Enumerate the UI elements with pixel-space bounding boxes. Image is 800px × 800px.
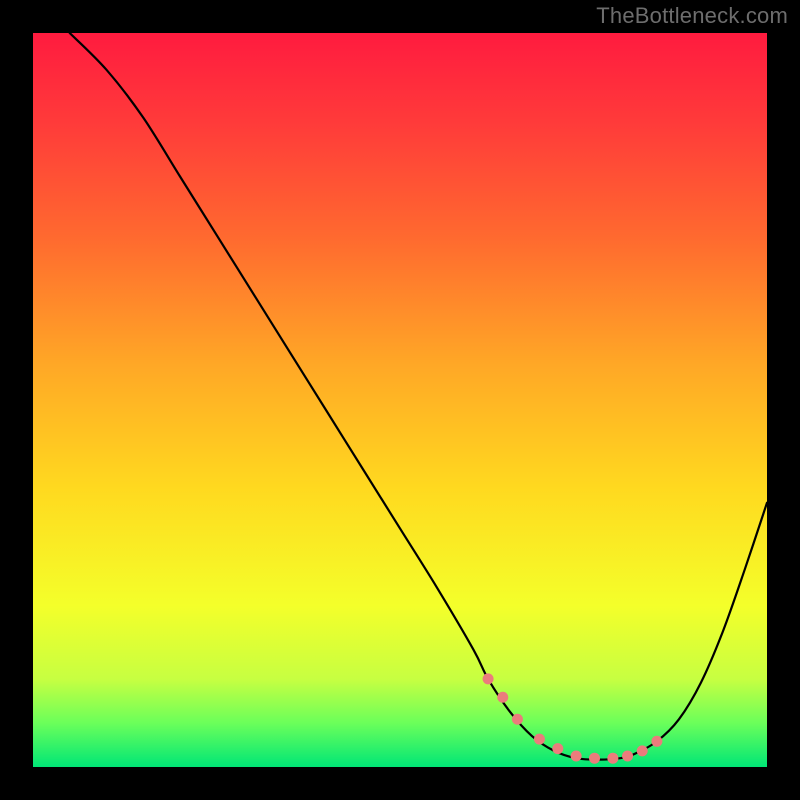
plot-area <box>33 33 767 767</box>
marker-dot <box>622 750 633 761</box>
marker-dot <box>512 714 523 725</box>
marker-dot <box>589 753 600 764</box>
marker-dot <box>552 743 563 754</box>
chart-svg <box>33 33 767 767</box>
marker-dot <box>637 745 648 756</box>
watermark-text: TheBottleneck.com <box>596 3 788 29</box>
marker-dot <box>651 736 662 747</box>
marker-dot <box>534 734 545 745</box>
marker-dot <box>571 750 582 761</box>
gradient-background <box>33 33 767 767</box>
marker-dot <box>497 692 508 703</box>
marker-dot <box>483 673 494 684</box>
outer-frame: TheBottleneck.com <box>0 0 800 800</box>
marker-dot <box>607 753 618 764</box>
